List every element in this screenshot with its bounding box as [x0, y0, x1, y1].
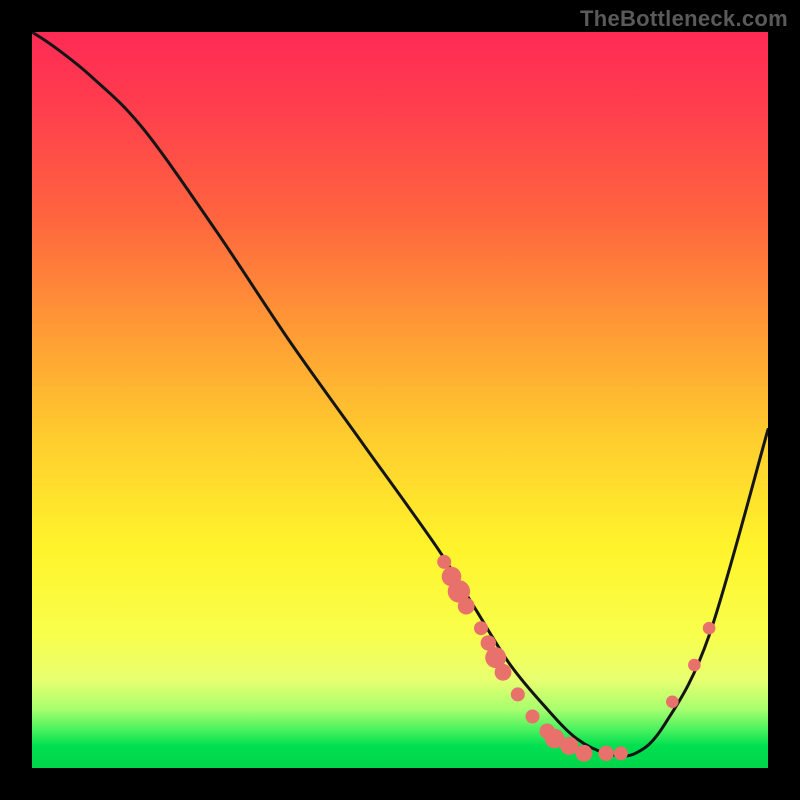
- data-point: [511, 687, 525, 701]
- data-points-group: [437, 555, 715, 762]
- data-point: [458, 598, 475, 615]
- chart-container: TheBottleneck.com: [0, 0, 800, 800]
- data-point: [526, 710, 540, 724]
- data-point: [666, 696, 679, 709]
- plot-area: [32, 32, 768, 768]
- data-point: [703, 622, 716, 635]
- curve-svg: [32, 32, 768, 768]
- data-point: [576, 745, 593, 762]
- data-point: [495, 664, 512, 681]
- data-point: [688, 659, 701, 672]
- watermark-text: TheBottleneck.com: [580, 6, 788, 32]
- data-point: [437, 555, 451, 569]
- bottleneck-curve: [32, 32, 768, 756]
- data-point: [474, 621, 488, 635]
- data-point: [598, 746, 613, 761]
- data-point: [614, 746, 628, 760]
